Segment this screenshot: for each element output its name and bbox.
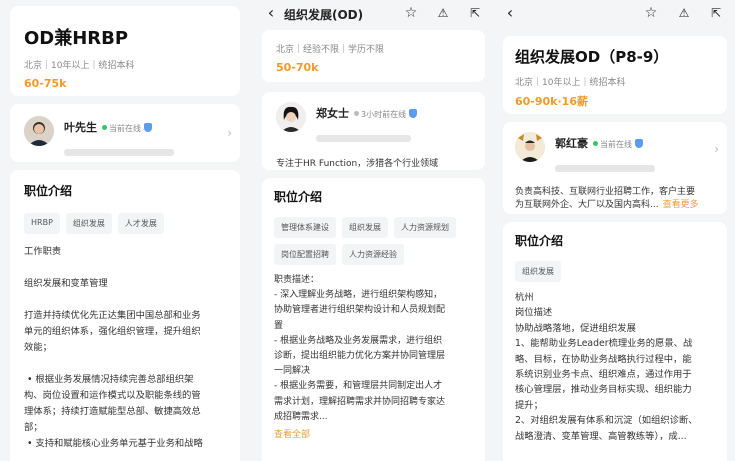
back-icon[interactable]: ‹ (262, 4, 280, 22)
tag: 人力资源经验 (342, 244, 404, 265)
recruiter-bio-wrap: 负责高科技、互联网行业招聘工作，客户主要 为互联网外企、大厂以及国内高科... 查… (515, 186, 715, 212)
job-meta: 北京｜10年以上｜统招本科 (515, 78, 626, 88)
top-bar: ‹ ☆ ⚠ ⇱ (497, 0, 735, 26)
section-title: 职位介绍 (24, 184, 73, 198)
recruiter-avatar (276, 102, 306, 132)
view-all-link[interactable]: 查看全部 (274, 427, 473, 440)
job-description: 杭州 岗位描述 协助战略落地，促进组织发展 1、能帮助业务Leader梳理业务的… (515, 292, 698, 442)
top-bar: ‹ 组织发展(OD) ☆ ⚠ ⇱ (252, 0, 493, 26)
back-icon[interactable]: ‹ (501, 4, 519, 22)
recruiter-card[interactable]: 郑女士 3小时前在线 专注于HR Function，涉猎各个行业领域 (262, 92, 485, 170)
job-panel-3: ‹ ☆ ⚠ ⇱ 组织发展OD（P8-9） 北京｜10年以上｜统招本科 60-90… (497, 0, 735, 461)
chevron-right-icon[interactable]: › (227, 126, 232, 140)
job-description: 工作职责 组织发展和变革管理 打造并持续优化先正达集团中国总部和业务 单元的组织… (24, 246, 203, 449)
blurred-company (64, 149, 174, 156)
verified-shield-icon (409, 109, 418, 118)
section-title: 职位介绍 (515, 234, 564, 248)
job-header-card: 北京｜经验不限｜学历不限 50-70k (262, 30, 485, 82)
job-meta: 北京｜10年以上｜统招本科 (24, 61, 135, 71)
warning-icon[interactable]: ⚠ (434, 4, 452, 22)
job-title: OD兼HRBP (24, 28, 129, 49)
job-panel-1: OD兼HRBP 北京｜10年以上｜统招本科 60-75k 叶先生 当前在线 › 职… (0, 0, 248, 461)
tag-list: 管理体系建设 组织发展 人力资源规划 岗位配置招聘 人力资源经验 (274, 217, 473, 265)
tag: 组织发展 (65, 213, 112, 234)
tag-list: HRBP 组织发展 人才发展 (24, 213, 226, 234)
job-salary: 60-75k (24, 77, 67, 90)
job-header-card: 组织发展OD（P8-9） 北京｜10年以上｜统招本科 60-90k·16薪 (503, 36, 727, 114)
job-salary: 50-70k (276, 61, 319, 74)
recruiter-name: 叶先生 (64, 121, 97, 134)
star-icon[interactable]: ☆ (402, 4, 420, 22)
tag: HRBP (24, 213, 60, 234)
tag: 人才发展 (117, 213, 164, 234)
online-dot (102, 125, 107, 130)
share-icon[interactable]: ⇱ (707, 4, 725, 22)
section-title: 职位介绍 (274, 190, 323, 204)
tag-list: 组织发展 (515, 261, 715, 282)
job-title: 组织发展OD（P8-9） (515, 48, 669, 66)
tag: 人力资源规划 (394, 217, 456, 238)
recruiter-bio: 专注于HR Function，涉猎各个行业领域 (276, 159, 439, 169)
online-dot (593, 141, 598, 146)
job-intro-card: 职位介绍 管理体系建设 组织发展 人力资源规划 岗位配置招聘 人力资源经验 职责… (262, 178, 485, 461)
recruiter-status: 当前在线 (109, 124, 141, 133)
share-icon[interactable]: ⇱ (466, 4, 484, 22)
chevron-right-icon[interactable]: › (714, 142, 719, 156)
recruiter-avatar (515, 132, 545, 162)
header-title: 组织发展(OD) (284, 8, 364, 22)
job-description: 职责描述： - 深入理解业务战略，进行组织架构感知， 协助管理者进行组织架构设计… (274, 275, 446, 422)
job-intro-card: 职位介绍 组织发展 杭州 岗位描述 协助战略落地，促进组织发展 1、能帮助业务L… (503, 222, 727, 461)
verified-shield-icon (635, 139, 643, 148)
star-icon[interactable]: ☆ (642, 4, 660, 22)
job-header-card: OD兼HRBP 北京｜10年以上｜统招本科 60-75k (10, 6, 240, 96)
tag: 组织发展 (515, 261, 561, 282)
tag: 岗位配置招聘 (274, 244, 336, 265)
recruiter-avatar (24, 116, 54, 146)
job-meta: 北京｜经验不限｜学历不限 (276, 45, 385, 55)
job-intro-card: 职位介绍 HRBP 组织发展 人才发展 工作职责 组织发展和变革管理 打造并持续… (10, 170, 240, 461)
recruiter-card[interactable]: 叶先生 当前在线 › (10, 104, 240, 162)
recruiter-name: 郭红豪 (555, 137, 588, 150)
verified-shield-icon (144, 123, 152, 132)
recruiter-status: 当前在线 (600, 140, 632, 149)
tag: 管理体系建设 (274, 217, 336, 238)
job-salary: 60-90k·16薪 (515, 95, 588, 108)
blurred-company (316, 135, 411, 142)
offline-dot (354, 111, 359, 116)
recruiter-card[interactable]: 郭红豪 当前在线 › 负责高科技、互联网行业招聘工作，客户主要 为互联网外企、大厂… (503, 122, 727, 214)
warning-icon[interactable]: ⚠ (675, 4, 693, 22)
tag: 组织发展 (342, 217, 388, 238)
view-more-link[interactable]: 查看更多 (663, 200, 699, 210)
recruiter-name: 郑女士 (316, 107, 349, 120)
job-panel-2: ‹ 组织发展(OD) ☆ ⚠ ⇱ 北京｜经验不限｜学历不限 50-70k 郑女士… (252, 0, 493, 461)
recruiter-status: 3小时前在线 (361, 110, 407, 119)
blurred-company (555, 165, 655, 172)
